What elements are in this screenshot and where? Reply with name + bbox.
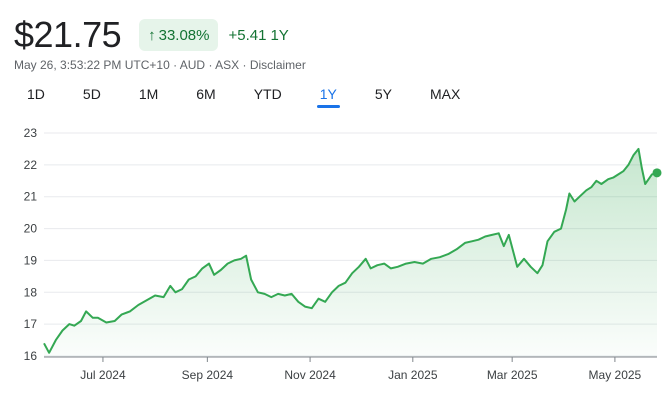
range-tabs: 1D 5D 1M 6M YTD 1Y 5Y MAX [14, 82, 485, 114]
separator-dot: · [173, 58, 180, 72]
y-tick-label: 17 [24, 317, 38, 331]
quote-header: $21.75 ↑ 33.08% +5.41 1Y [14, 14, 289, 56]
tab-5d[interactable]: 5D [70, 82, 114, 110]
change-value: +5.41 [228, 26, 267, 44]
change-absolute: +5.41 1Y [228, 27, 288, 44]
tab-1y[interactable]: 1Y [307, 82, 350, 110]
x-tick-label: Mar 2025 [487, 368, 538, 382]
price-area [44, 148, 657, 357]
tab-6m[interactable]: 6M [183, 82, 228, 110]
x-tick-label: Nov 2024 [284, 368, 336, 382]
separator-dot: · [242, 58, 250, 72]
tab-5y[interactable]: 5Y [362, 82, 405, 110]
exchange: ASX [215, 58, 240, 72]
tab-ytd[interactable]: YTD [241, 82, 295, 110]
currency: AUD [179, 58, 206, 72]
arrow-up-icon: ↑ [148, 26, 156, 44]
y-tick-label: 21 [24, 190, 38, 204]
tab-max[interactable]: MAX [417, 82, 473, 110]
y-tick-label: 19 [24, 253, 38, 267]
change-period: 1Y [270, 26, 289, 44]
x-tick-label: Jul 2024 [80, 368, 126, 382]
x-tick-label: Sep 2024 [182, 368, 234, 382]
tab-1m[interactable]: 1M [126, 82, 171, 110]
last-price-dot [652, 168, 662, 178]
y-tick-label: 23 [24, 126, 38, 140]
current-price: $21.75 [14, 14, 122, 55]
y-tick-label: 16 [24, 349, 38, 363]
timestamp: May 26, 3:53:22 PM UTC+10 [14, 58, 170, 72]
y-tick-label: 20 [24, 222, 38, 236]
quote-meta: May 26, 3:53:22 PM UTC+10 · AUD · ASX · … [14, 58, 306, 72]
price-chart[interactable]: 16 17 18 19 20 21 22 23 Jul 2024 Sep 2024 Nov 2024… [0, 115, 672, 400]
change-percent: 33.08% [158, 26, 210, 44]
tab-1d[interactable]: 1D [14, 82, 58, 110]
y-tick-label: 18 [24, 285, 38, 299]
change-percent-badge: ↑ 33.08% [139, 19, 219, 51]
x-tick-label: May 2025 [589, 368, 642, 382]
y-tick-label: 22 [24, 158, 38, 172]
x-tick-label: Jan 2025 [388, 368, 438, 382]
disclaimer-link[interactable]: Disclaimer [250, 58, 306, 72]
